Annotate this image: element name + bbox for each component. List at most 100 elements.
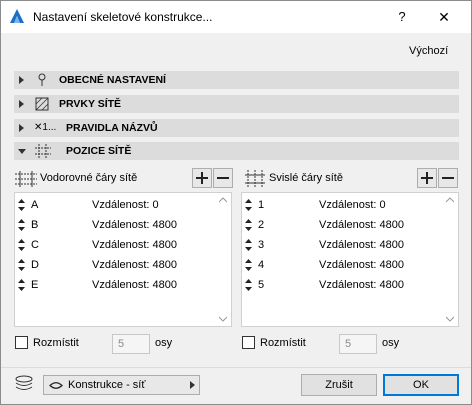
pin-icon — [38, 73, 46, 86]
expand-arrow-icon — [19, 76, 24, 84]
vertical-lines-header: Svislé čáry sítě — [244, 169, 414, 189]
drag-handle-icon[interactable] — [18, 239, 25, 251]
line-name[interactable]: A — [31, 199, 38, 211]
line-distance[interactable]: Vzdálenost: 4800 — [92, 239, 177, 251]
section-naming-rules[interactable]: ✕1... PRAVIDLA NÁZVŮ — [14, 119, 459, 137]
line-distance[interactable]: Vzdálenost: 4800 — [319, 259, 404, 271]
list-item[interactable]: A Vzdálenost: 0 — [15, 196, 215, 216]
list-item[interactable]: 5 Vzdálenost: 4800 — [242, 276, 442, 296]
add-vertical-line-button[interactable] — [417, 168, 437, 188]
horizontal-distribute-checkbox[interactable] — [15, 336, 28, 349]
line-name[interactable]: 3 — [258, 239, 264, 251]
list-item[interactable]: B Vzdálenost: 4800 — [15, 216, 215, 236]
scroll-up-icon[interactable] — [446, 197, 454, 203]
expand-arrow-icon — [19, 124, 24, 132]
panel-label: Vodorovné čáry sítě — [40, 172, 138, 184]
help-button[interactable]: ? — [391, 6, 413, 28]
app-logo-icon — [10, 9, 24, 23]
add-horizontal-line-button[interactable] — [192, 168, 212, 188]
axes-label: osy — [155, 337, 173, 349]
vertical-count-input[interactable] — [339, 334, 377, 354]
minus-icon — [442, 177, 454, 179]
ok-button[interactable]: OK — [383, 374, 459, 396]
vertical-lines-list[interactable]: 1 Vzdálenost: 0 2 Vzdálenost: 4800 3 Vzd… — [241, 192, 459, 327]
scroll-down-icon[interactable] — [219, 316, 227, 322]
drag-handle-icon[interactable] — [245, 219, 252, 231]
line-distance[interactable]: Vzdálenost: 4800 — [319, 279, 404, 291]
minus-icon — [217, 177, 229, 179]
line-distance[interactable]: Vzdálenost: 4800 — [92, 259, 177, 271]
line-name[interactable]: 2 — [258, 219, 264, 231]
line-name[interactable]: D — [31, 259, 39, 271]
horizontal-lines-header: Vodorovné čáry sítě — [15, 169, 185, 189]
line-distance[interactable]: Vzdálenost: 0 — [319, 199, 386, 211]
vertical-distribute-row: Rozmístit osy — [242, 334, 457, 354]
horizontal-grid-icon — [15, 171, 37, 187]
close-button[interactable]: ✕ — [433, 6, 455, 28]
section-label: OBECNÉ NASTAVENÍ — [59, 74, 166, 86]
section-grid-position[interactable]: POZICE SÍTĚ — [14, 142, 459, 160]
plus-icon — [196, 172, 208, 184]
line-name[interactable]: 5 — [258, 279, 264, 291]
list-item[interactable]: 3 Vzdálenost: 4800 — [242, 236, 442, 256]
line-distance[interactable]: Vzdálenost: 0 — [92, 199, 159, 211]
list-item[interactable]: 2 Vzdálenost: 4800 — [242, 216, 442, 236]
list-item[interactable]: C Vzdálenost: 4800 — [15, 236, 215, 256]
section-label: PRVKY SÍTĚ — [59, 98, 122, 110]
dropdown-arrow-icon — [190, 381, 195, 389]
section-grid-elements[interactable]: PRVKY SÍTĚ — [14, 95, 459, 113]
footer-divider — [1, 367, 471, 368]
line-name[interactable]: 1 — [258, 199, 264, 211]
line-name[interactable]: C — [31, 239, 39, 251]
line-name[interactable]: B — [31, 219, 38, 231]
collapse-arrow-icon — [18, 149, 26, 154]
drag-handle-icon[interactable] — [245, 239, 252, 251]
window-title: Nastavení skeletové konstrukce... — [33, 10, 213, 24]
scroll-down-icon[interactable] — [446, 316, 454, 322]
horizontal-count-input[interactable] — [112, 334, 150, 354]
drag-handle-icon[interactable] — [245, 279, 252, 291]
drag-handle-icon[interactable] — [18, 259, 25, 271]
section-label: POZICE SÍTĚ — [66, 145, 132, 157]
layers-icon — [15, 375, 33, 390]
expand-arrow-icon — [19, 100, 24, 108]
grid-element-icon — [35, 97, 49, 111]
section-general-settings[interactable]: OBECNÉ NASTAVENÍ — [14, 71, 459, 89]
cancel-button[interactable]: Zrušit — [301, 374, 377, 396]
grid-position-icon — [35, 144, 51, 158]
layer-shape-icon — [49, 382, 63, 389]
line-distance[interactable]: Vzdálenost: 4800 — [92, 219, 177, 231]
panel-label: Svislé čáry sítě — [269, 172, 343, 184]
plus-icon — [421, 172, 433, 184]
drag-handle-icon[interactable] — [18, 279, 25, 291]
axes-label: osy — [382, 337, 400, 349]
dialog-window: Nastavení skeletové konstrukce... ? ✕ Vý… — [0, 0, 472, 405]
section-label: PRAVIDLA NÁZVŮ — [66, 122, 158, 134]
layer-dropdown-value: Konstrukce - síť — [68, 379, 146, 391]
default-settings-link[interactable]: Výchozí — [409, 45, 448, 57]
drag-handle-icon[interactable] — [245, 199, 252, 211]
list-item[interactable]: 4 Vzdálenost: 4800 — [242, 256, 442, 276]
remove-horizontal-line-button[interactable] — [213, 168, 233, 188]
line-name[interactable]: E — [31, 279, 38, 291]
naming-icon: ✕1... — [34, 122, 57, 133]
title-bar: Nastavení skeletové konstrukce... ? ✕ — [1, 1, 471, 33]
layer-dropdown[interactable]: Konstrukce - síť — [43, 375, 200, 395]
line-distance[interactable]: Vzdálenost: 4800 — [92, 279, 177, 291]
list-item[interactable]: D Vzdálenost: 4800 — [15, 256, 215, 276]
line-name[interactable]: 4 — [258, 259, 264, 271]
list-item[interactable]: 1 Vzdálenost: 0 — [242, 196, 442, 216]
distribute-label: Rozmístit — [33, 337, 79, 349]
remove-vertical-line-button[interactable] — [438, 168, 458, 188]
drag-handle-icon[interactable] — [245, 259, 252, 271]
scroll-up-icon[interactable] — [219, 197, 227, 203]
vertical-distribute-checkbox[interactable] — [242, 336, 255, 349]
horizontal-lines-list[interactable]: A Vzdálenost: 0 B Vzdálenost: 4800 C Vzd… — [14, 192, 232, 327]
line-distance[interactable]: Vzdálenost: 4800 — [319, 219, 404, 231]
drag-handle-icon[interactable] — [18, 199, 25, 211]
vertical-grid-icon — [245, 170, 265, 188]
line-distance[interactable]: Vzdálenost: 4800 — [319, 239, 404, 251]
drag-handle-icon[interactable] — [18, 219, 25, 231]
list-item[interactable]: E Vzdálenost: 4800 — [15, 276, 215, 296]
distribute-label: Rozmístit — [260, 337, 306, 349]
